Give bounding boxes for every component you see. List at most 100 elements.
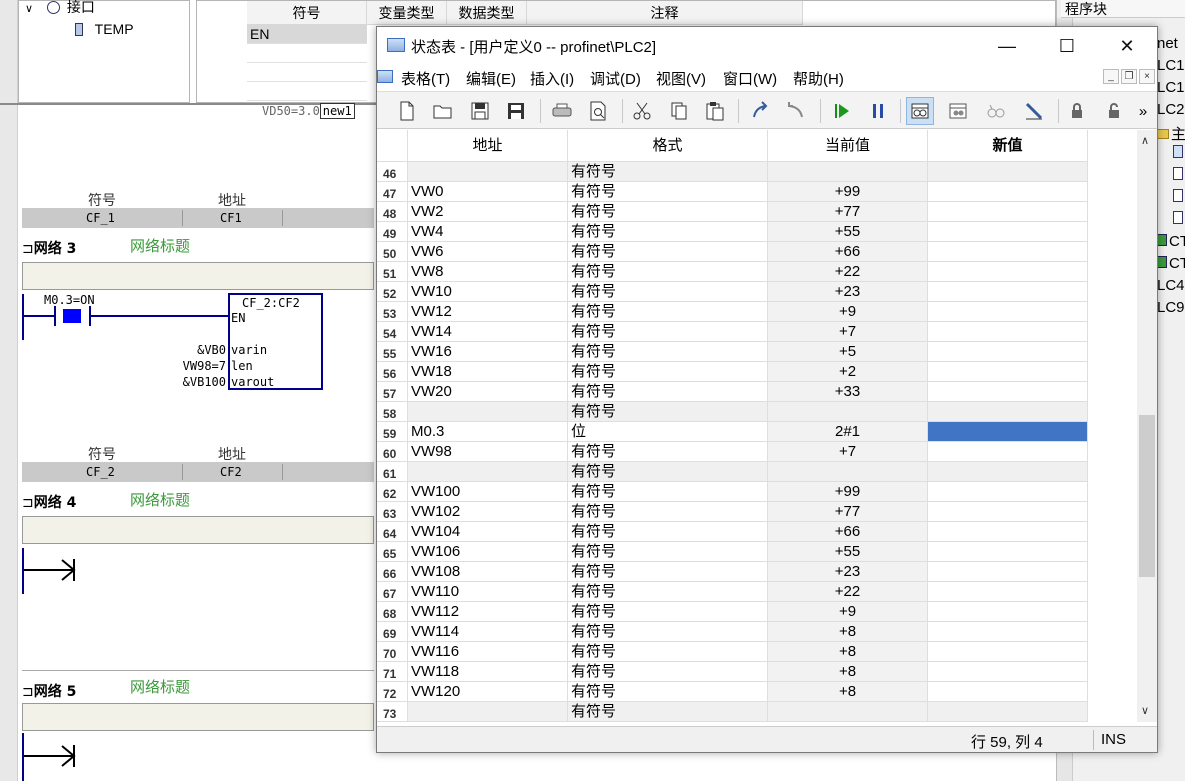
table-row[interactable]: 52 VW10 有符号 +23 <box>377 282 1088 302</box>
menu-edit[interactable]: 编辑(E) <box>466 68 516 89</box>
table-row[interactable]: 65 VW106 有符号 +55 <box>377 542 1088 562</box>
tree-row-temp[interactable]: TEMP <box>75 19 134 39</box>
block-icon[interactable] <box>1173 145 1183 162</box>
new-value-cell[interactable] <box>928 182 1088 202</box>
toolbar-overflow-button[interactable]: » <box>1133 97 1153 125</box>
current-value-cell[interactable]: +77 <box>768 502 928 522</box>
print-icon[interactable] <box>548 97 576 125</box>
address-cell[interactable]: VW104 <box>408 522 568 542</box>
format-cell[interactable]: 有符号 <box>568 622 768 642</box>
current-value-cell[interactable] <box>768 462 928 482</box>
new-value-cell[interactable] <box>928 642 1088 662</box>
table-row[interactable]: 60 VW98 有符号 +7 <box>377 442 1088 462</box>
new-value-cell[interactable] <box>928 302 1088 322</box>
address-cell[interactable]: VW8 <box>408 262 568 282</box>
table-row[interactable]: 73 有符号 <box>377 702 1088 722</box>
current-value-cell[interactable]: 2#1 <box>768 422 928 442</box>
glasses-icon[interactable] <box>982 97 1010 125</box>
address-cell[interactable]: VW12 <box>408 302 568 322</box>
current-value-cell[interactable]: +66 <box>768 242 928 262</box>
tree-item[interactable]: LC4 <box>1157 277 1185 294</box>
format-cell[interactable]: 有符号 <box>568 542 768 562</box>
document-icon[interactable] <box>377 70 393 83</box>
address-cell[interactable]: VW6 <box>408 242 568 262</box>
current-value-cell[interactable]: +55 <box>768 542 928 562</box>
format-cell[interactable]: 有符号 <box>568 602 768 622</box>
address-cell[interactable]: VW16 <box>408 342 568 362</box>
table-row[interactable]: 62 VW100 有符号 +99 <box>377 482 1088 502</box>
mdi-restore-icon[interactable]: ❐ <box>1121 69 1137 84</box>
network-4-title[interactable]: 网络标题 <box>130 489 190 510</box>
network-5-label[interactable]: ⊐网络 5 <box>22 681 76 701</box>
format-cell[interactable]: 有符号 <box>568 322 768 342</box>
table-row[interactable]: 63 VW102 有符号 +77 <box>377 502 1088 522</box>
new-value-cell[interactable] <box>928 562 1088 582</box>
new-value-cell[interactable] <box>928 502 1088 522</box>
col-header-address[interactable]: 地址 <box>408 130 568 162</box>
undo-icon[interactable] <box>746 97 774 125</box>
current-value-cell[interactable] <box>768 162 928 182</box>
paste-icon[interactable] <box>701 97 729 125</box>
format-cell[interactable]: 有符号 <box>568 642 768 662</box>
tree-item[interactable]: LC2 <box>1157 101 1185 118</box>
new-value-cell[interactable] <box>928 222 1088 242</box>
new-value-cell[interactable] <box>928 702 1088 722</box>
cut-icon[interactable] <box>628 97 656 125</box>
format-cell[interactable]: 有符号 <box>568 262 768 282</box>
address-cell[interactable] <box>408 402 568 422</box>
format-cell[interactable]: 有符号 <box>568 242 768 262</box>
address-cell[interactable]: VW112 <box>408 602 568 622</box>
mdi-minimize-icon[interactable]: _ <box>1103 69 1119 84</box>
current-value-cell[interactable]: +9 <box>768 602 928 622</box>
format-cell[interactable]: 有符号 <box>568 582 768 602</box>
new-value-cell[interactable] <box>928 362 1088 382</box>
table-row[interactable]: 51 VW8 有符号 +22 <box>377 262 1088 282</box>
address-cell[interactable]: VW116 <box>408 642 568 662</box>
address-cell[interactable]: VW98 <box>408 442 568 462</box>
new-value-cell[interactable] <box>928 522 1088 542</box>
maximize-button[interactable]: ☐ <box>1037 27 1097 65</box>
table-row[interactable]: 71 VW118 有符号 +8 <box>377 662 1088 682</box>
write-pen-icon[interactable] <box>1020 97 1048 125</box>
network-3-label[interactable]: ⊐网络 3 <box>22 238 76 258</box>
save-icon[interactable] <box>466 97 494 125</box>
current-value-cell[interactable]: +5 <box>768 342 928 362</box>
address-cell[interactable]: VW110 <box>408 582 568 602</box>
single-read-icon[interactable] <box>944 97 972 125</box>
tree-item[interactable]: LC9 <box>1157 299 1185 316</box>
address-cell[interactable]: M0.3 <box>408 422 568 442</box>
address-cell[interactable]: VW0 <box>408 182 568 202</box>
new-value-cell[interactable] <box>928 202 1088 222</box>
table-row[interactable] <box>247 63 367 82</box>
col-header-current-value[interactable]: 当前值 <box>768 130 928 162</box>
format-cell[interactable]: 有符号 <box>568 362 768 382</box>
new-value-cell[interactable] <box>928 462 1088 482</box>
table-row[interactable]: 48 VW2 有符号 +77 <box>377 202 1088 222</box>
current-value-cell[interactable]: +7 <box>768 322 928 342</box>
address-cell[interactable]: VW20 <box>408 382 568 402</box>
chevron-down-icon[interactable]: ∨ <box>25 3 33 15</box>
format-cell[interactable]: 有符号 <box>568 282 768 302</box>
menu-debug[interactable]: 调试(D) <box>590 68 641 89</box>
new-value-cell[interactable] <box>928 442 1088 462</box>
new-value-cell[interactable] <box>928 422 1088 442</box>
format-cell[interactable]: 有符号 <box>568 202 768 222</box>
menu-help[interactable]: 帮助(H) <box>793 68 844 89</box>
format-cell[interactable]: 有符号 <box>568 562 768 582</box>
table-row[interactable]: 70 VW116 有符号 +8 <box>377 642 1088 662</box>
table-row[interactable]: 59 M0.3 位 2#1 <box>377 422 1088 442</box>
mdi-close-icon[interactable]: × <box>1139 69 1155 84</box>
current-value-cell[interactable]: +23 <box>768 282 928 302</box>
network-4-comment[interactable] <box>22 516 374 544</box>
function-box[interactable]: CF_2:CF2 EN varin len varout <box>228 293 323 390</box>
print-preview-icon[interactable] <box>584 97 612 125</box>
current-value-cell[interactable]: +22 <box>768 582 928 602</box>
current-value-cell[interactable]: +23 <box>768 562 928 582</box>
address-cell[interactable]: VW108 <box>408 562 568 582</box>
minimize-button[interactable]: — <box>977 27 1037 65</box>
tree-item[interactable]: 主 <box>1157 123 1185 144</box>
current-value-cell[interactable]: +2 <box>768 362 928 382</box>
address-cell[interactable]: VW120 <box>408 682 568 702</box>
new-value-cell[interactable] <box>928 382 1088 402</box>
format-cell[interactable]: 有符号 <box>568 382 768 402</box>
